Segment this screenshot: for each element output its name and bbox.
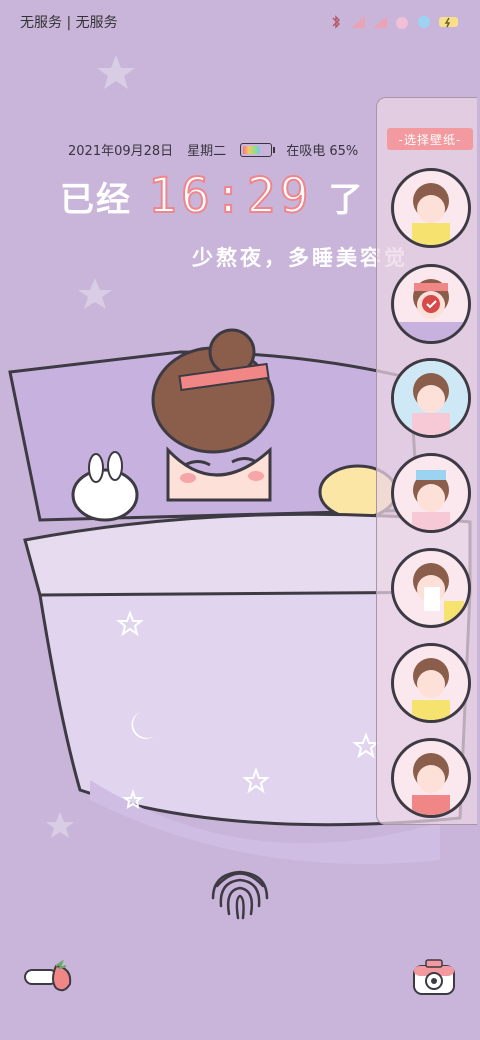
battery-status-label: 在吸电 65% — [286, 144, 359, 159]
date-label: 2021年09月28日 — [68, 144, 174, 159]
wallpaper-thumb-7[interactable] — [391, 738, 471, 818]
camera-icon[interactable] — [412, 956, 456, 998]
status-icons — [328, 15, 460, 29]
wallpaper-thumb-6[interactable] — [391, 643, 471, 723]
battery-fill — [243, 145, 261, 154]
alarm-icon — [418, 16, 430, 28]
clock-prefix: 已经 — [60, 179, 132, 220]
fingerprint-icon[interactable] — [205, 856, 275, 926]
wallpaper-thumb-5[interactable] — [391, 548, 471, 628]
date-row: 2021年09月28日 星期二 在吸电 65% — [68, 140, 358, 159]
clock-time: 16:29 — [147, 167, 313, 225]
panel-title: -选择壁纸- — [387, 128, 473, 150]
clock-suffix: 了 — [328, 179, 365, 220]
wifi-icon — [396, 17, 408, 29]
battery-icon — [240, 142, 276, 157]
battery-charging-icon — [439, 17, 458, 28]
wallpaper-thumb-4[interactable] — [391, 453, 471, 533]
wallpaper-thumb-3[interactable] — [391, 358, 471, 438]
flashlight-shortcut-icon[interactable] — [24, 958, 76, 996]
wallpaper-selector-panel: -选择壁纸- — [376, 97, 477, 825]
status-bar: 无服务 | 无服务 — [20, 10, 460, 34]
lock-clock: 已经 16:29 了 — [60, 167, 365, 225]
signal-icon — [373, 16, 387, 28]
carrier-label: 无服务 | 无服务 — [20, 15, 118, 31]
wallpaper-thumb-2[interactable] — [391, 264, 471, 344]
wallpaper-thumb-1[interactable] — [391, 168, 471, 248]
bluetooth-icon — [332, 15, 341, 29]
signal-icon — [351, 16, 365, 28]
weekday-label: 星期二 — [187, 144, 227, 159]
